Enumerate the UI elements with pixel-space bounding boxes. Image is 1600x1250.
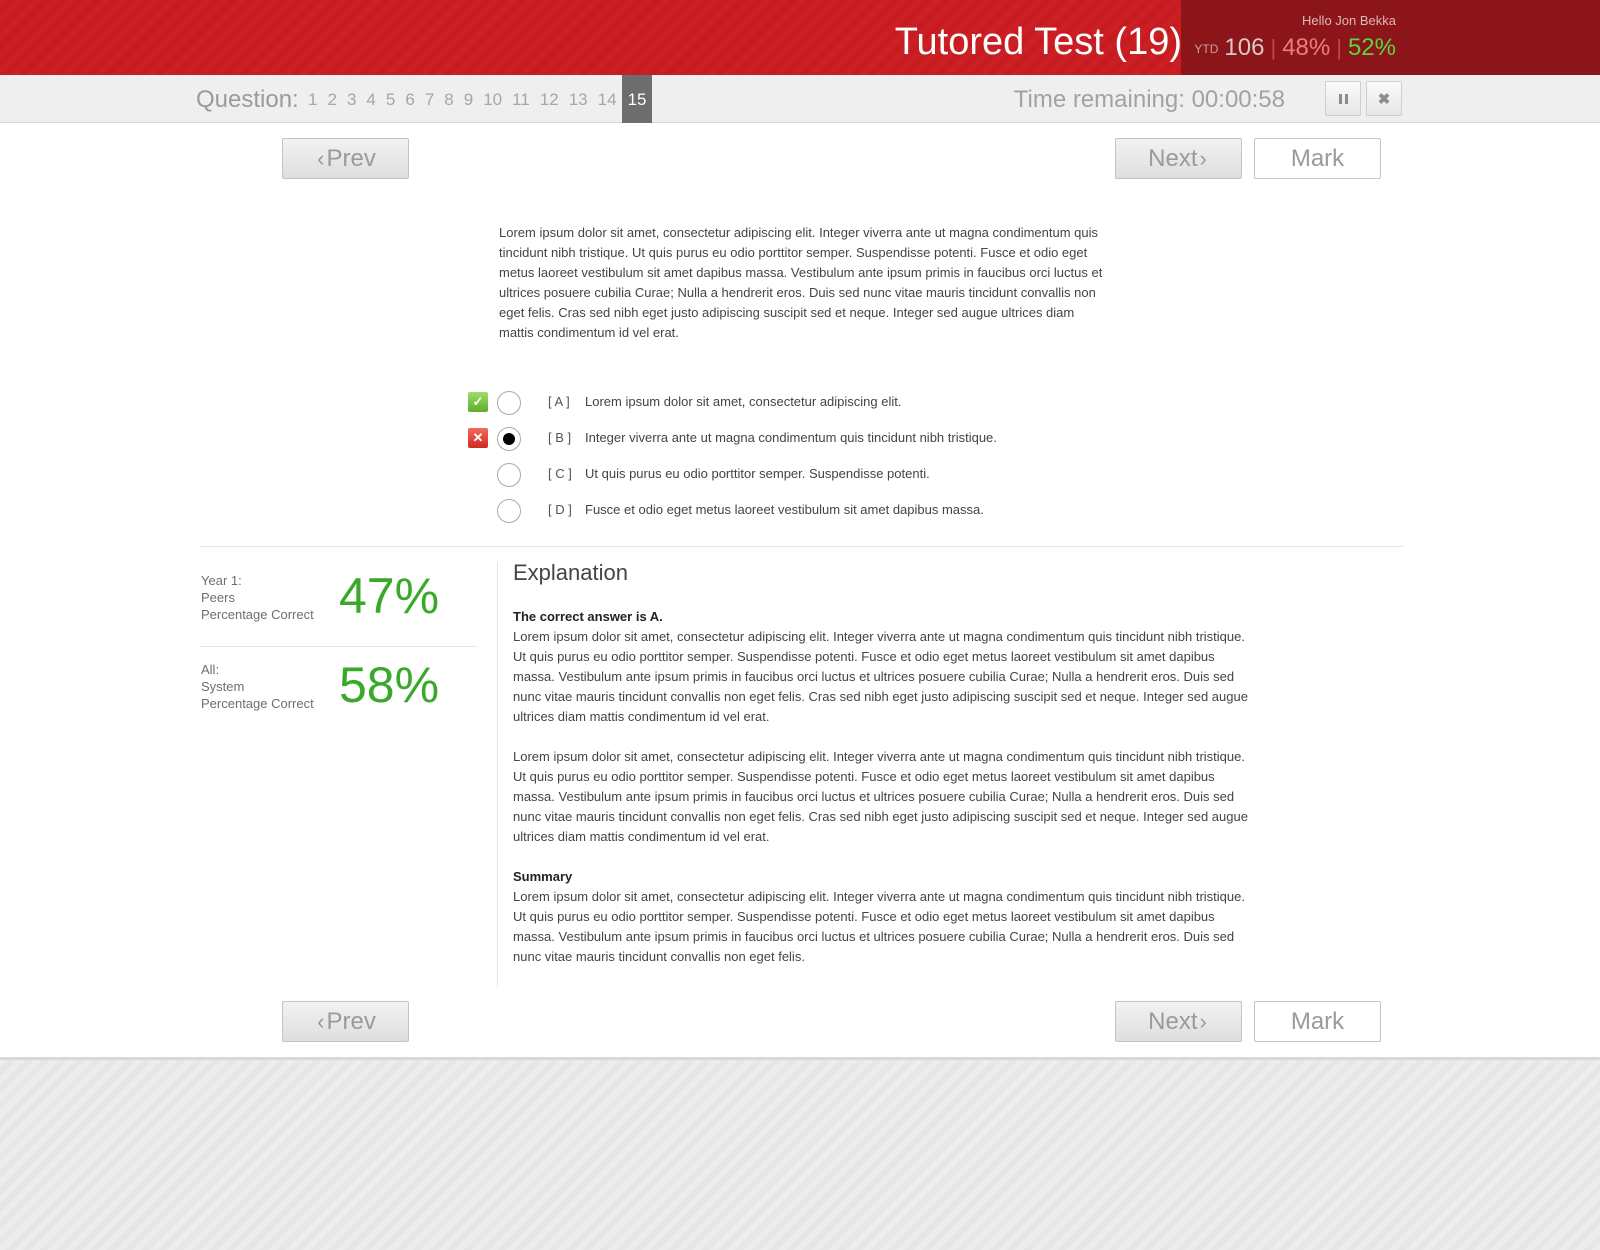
stats-separator: |	[1270, 35, 1277, 60]
question-number-current[interactable]: 15	[621, 75, 653, 123]
explanation-panel: Explanation The correct answer is A. Lor…	[513, 559, 1250, 967]
pause-icon	[1338, 93, 1348, 104]
mark-button[interactable]: Mark	[1254, 1001, 1381, 1042]
question-number[interactable]: 7	[420, 75, 439, 123]
pause-button[interactable]	[1325, 81, 1361, 116]
question-number[interactable]: 11	[507, 75, 535, 123]
prev-label: Prev	[326, 1007, 376, 1035]
page-footer	[0, 1057, 1600, 1250]
summary-text: Lorem ipsum dolor sit amet, consectetur …	[513, 889, 1245, 964]
answer-radio-b[interactable]	[497, 427, 521, 451]
question-number[interactable]: 14	[593, 75, 622, 123]
question-number[interactable]: 10	[478, 75, 507, 123]
peers-stat-value: 47%	[339, 568, 440, 624]
mark-label: Mark	[1290, 1007, 1345, 1035]
chevron-left-icon: ‹	[317, 1008, 325, 1034]
question-number[interactable]: 12	[535, 75, 564, 123]
question-number[interactable]: 3	[342, 75, 361, 123]
answer-text: Ut quis purus eu odio porttitor semper. …	[585, 466, 930, 481]
answer-radio-c[interactable]	[497, 463, 521, 487]
stat-label-line: Peers	[201, 590, 235, 605]
answer-radio-a[interactable]	[497, 391, 521, 415]
ytd-percent-incorrect: 48%	[1282, 34, 1331, 61]
mark-button[interactable]: Mark	[1254, 138, 1381, 179]
answer-option-c[interactable]: [ C ] Ut quis purus eu odio porttitor se…	[466, 460, 1166, 490]
stat-divider	[199, 646, 477, 647]
test-title: Tutored Test (19)	[894, 21, 1182, 63]
close-button[interactable]: ✖	[1366, 81, 1402, 116]
question-nav-bar: Question: 1 2 3 4 5 6 7 8 9 10 11 12 13 …	[0, 75, 1600, 123]
explanation-paragraph: Lorem ipsum dolor sit amet, consectetur …	[513, 749, 1248, 844]
question-number[interactable]: 8	[439, 75, 458, 123]
ytd-label: YTD	[1194, 42, 1219, 56]
cross-icon: ✕	[468, 428, 488, 448]
question-number[interactable]: 6	[400, 75, 419, 123]
question-number[interactable]: 1	[303, 75, 322, 123]
question-number[interactable]: 13	[564, 75, 593, 123]
summary-heading: Summary	[513, 869, 573, 884]
prev-label: Prev	[326, 144, 376, 172]
stats-separator: |	[1336, 35, 1342, 60]
time-value: 00:00:58	[1191, 86, 1285, 113]
prev-button[interactable]: ‹ Prev	[282, 138, 409, 179]
explanation-paragraph: Lorem ipsum dolor sit amet, consectetur …	[513, 629, 1248, 724]
correct-answer-heading: The correct answer is A.	[513, 609, 663, 624]
chevron-right-icon: ›	[1199, 145, 1207, 171]
next-button[interactable]: Next ›	[1115, 138, 1242, 179]
question-number[interactable]: 9	[459, 75, 478, 123]
prev-button[interactable]: ‹ Prev	[282, 1001, 409, 1042]
column-divider	[497, 562, 498, 987]
answer-letter: [ D ]	[548, 502, 572, 517]
answer-letter: [ A ]	[548, 394, 570, 409]
next-label: Next	[1148, 144, 1198, 172]
answer-letter: [ C ]	[548, 466, 572, 481]
question-number[interactable]: 5	[381, 75, 400, 123]
answer-option-a[interactable]: ✓ [ A ] Lorem ipsum dolor sit amet, cons…	[466, 388, 1166, 418]
answer-text: Fusce et odio eget metus laoreet vestibu…	[585, 502, 984, 517]
time-remaining: Time remaining: 00:00:58	[1014, 86, 1285, 114]
ytd-stats: YTD 106 | 48% | 52%	[1194, 34, 1396, 63]
system-stat-value: 58%	[339, 657, 440, 713]
next-button[interactable]: Next ›	[1115, 1001, 1242, 1042]
question-number[interactable]: 2	[322, 75, 341, 123]
time-label: Time remaining:	[1013, 86, 1185, 113]
stat-label-line: Percentage Correct	[201, 696, 314, 711]
question-label: Question:	[196, 86, 299, 113]
section-divider	[199, 546, 1403, 547]
answer-radio-d[interactable]	[497, 499, 521, 523]
system-stat-label: All: System Percentage Correct	[201, 661, 314, 712]
answer-option-d[interactable]: [ D ] Fusce et odio eget metus laoreet v…	[466, 496, 1166, 526]
stat-label-line: System	[201, 679, 245, 694]
question-number[interactable]: 4	[361, 75, 380, 123]
ytd-percent-correct: 52%	[1347, 34, 1396, 61]
chevron-left-icon: ‹	[317, 145, 325, 171]
question-stem: Lorem ipsum dolor sit amet, consectetur …	[499, 225, 1103, 340]
explanation-body: The correct answer is A. Lorem ipsum dol…	[513, 607, 1250, 967]
explanation-title: Explanation	[513, 560, 628, 585]
stat-label-line: All:	[201, 662, 220, 677]
answer-letter: [ B ]	[548, 430, 572, 445]
stat-label-line: Percentage Correct	[201, 607, 314, 622]
user-panel: Hello Jon Bekka YTD 106 | 48% | 52%	[1181, 0, 1600, 75]
stat-label-line: Year 1:	[201, 573, 242, 588]
answer-text: Integer viverra ante ut magna condimentu…	[585, 430, 997, 445]
app-header: Tutored Test (19) Hello Jon Bekka YTD 106…	[0, 0, 1600, 75]
answer-option-b[interactable]: ✕ [ B ] Integer viverra ante ut magna co…	[466, 424, 1166, 454]
next-label: Next	[1148, 1007, 1198, 1035]
ytd-count: 106	[1224, 34, 1265, 61]
close-icon: ✖	[1377, 90, 1391, 108]
question-number-list: 1 2 3 4 5 6 7 8 9 10 11 12 13 14 15	[303, 75, 653, 123]
answer-text: Lorem ipsum dolor sit amet, consectetur …	[585, 394, 902, 409]
mark-label: Mark	[1290, 144, 1345, 172]
user-greeting: Hello Jon Bekka	[1302, 13, 1396, 28]
check-icon: ✓	[468, 392, 488, 412]
chevron-right-icon: ›	[1199, 1008, 1207, 1034]
peers-stat-label: Year 1: Peers Percentage Correct	[201, 572, 314, 623]
